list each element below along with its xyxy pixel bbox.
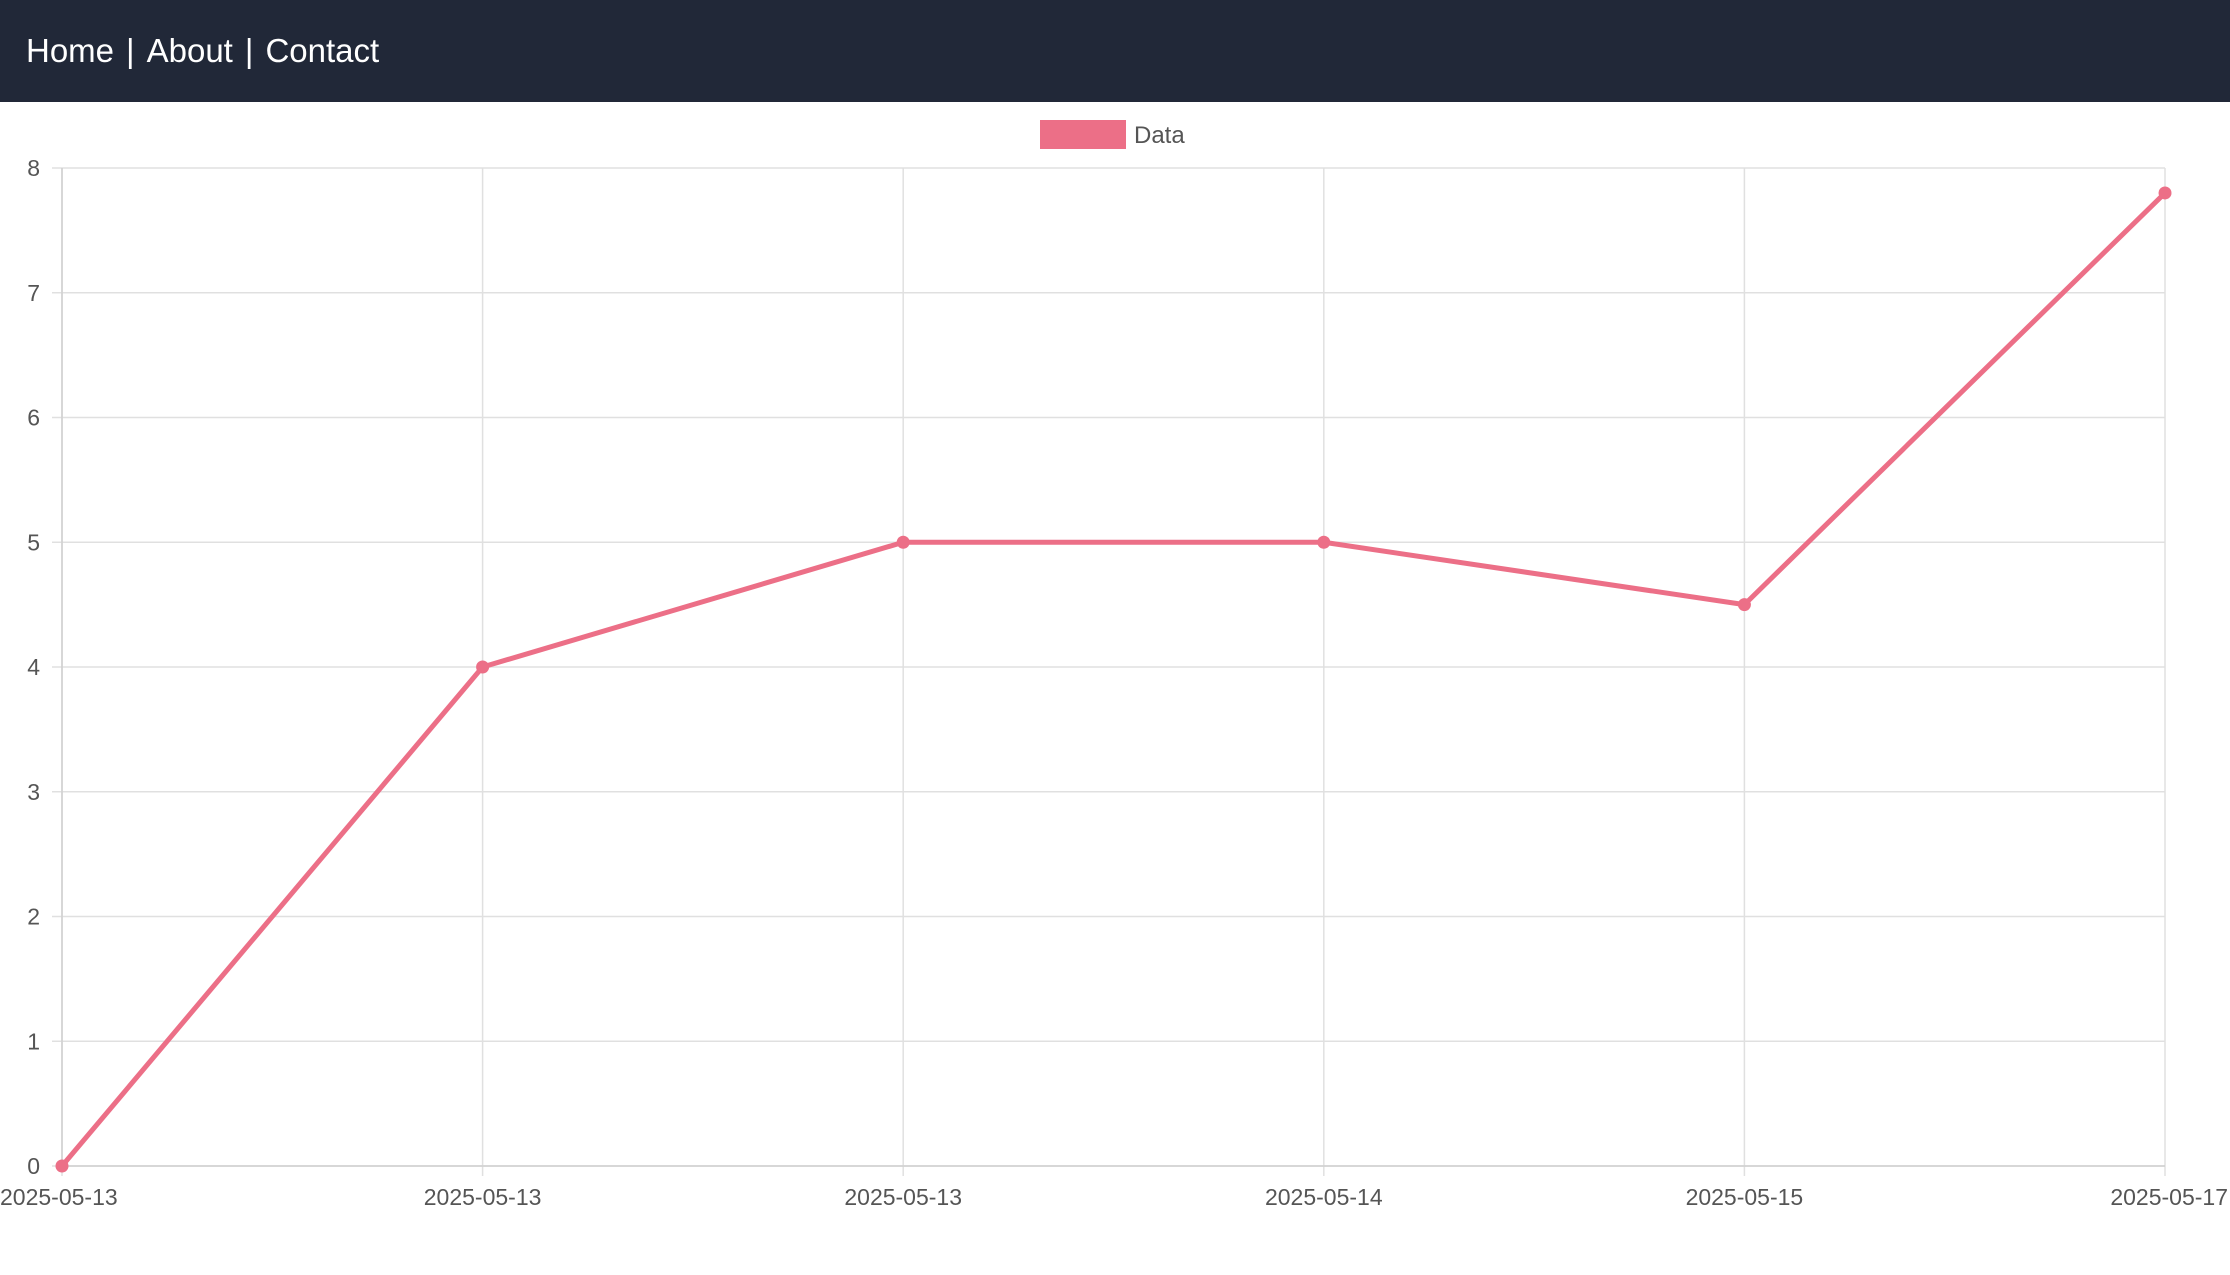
data-point (896, 535, 910, 549)
y-tick-label: 1 (27, 1028, 40, 1054)
chart-area: Data 0 1 2 3 4 5 6 7 8 2025-05-13 2025-05-13 2025-0… (0, 102, 2230, 1270)
top-navigation-bar: Home | About | Contact (0, 0, 2230, 102)
data-point (2158, 186, 2172, 200)
nav-link-contact[interactable]: Contact (265, 32, 379, 70)
y-tick-label: 0 (27, 1153, 40, 1179)
x-tick-label: 2025-05-13 (424, 1184, 542, 1210)
x-tick-label: 2025-05-13 (844, 1184, 962, 1210)
data-point (55, 1159, 69, 1173)
chart-axes: 0 1 2 3 4 5 6 7 8 2025-05-13 2025-05-13 2025-05-13 2… (0, 155, 2228, 1210)
nav-link-about[interactable]: About (147, 32, 233, 70)
x-tick-label: 2025-05-14 (1265, 1184, 1383, 1210)
nav-separator: | (244, 32, 254, 69)
data-point (476, 660, 490, 674)
nav-link-home[interactable]: Home (26, 32, 114, 70)
data-point (1737, 598, 1751, 612)
legend-label: Data (1134, 122, 1185, 149)
line-chart: Data 0 1 2 3 4 5 6 7 8 2025-05-13 2025-05-13 2025-0… (0, 120, 2228, 1210)
chart-grid (52, 167, 2166, 1176)
x-tick-label: 2025-05-15 (1686, 1184, 1804, 1210)
y-tick-label: 7 (27, 280, 40, 306)
y-tick-label: 6 (27, 405, 40, 431)
x-tick-label: 2025-05-17 (2110, 1184, 2228, 1210)
nav-separator: | (126, 32, 135, 69)
y-tick-label: 4 (27, 654, 40, 680)
data-point (1317, 535, 1331, 549)
y-tick-label: 3 (27, 779, 40, 805)
y-tick-label: 5 (27, 529, 40, 555)
chart-legend[interactable]: Data (1040, 120, 1185, 149)
legend-swatch (1040, 120, 1126, 149)
series-line (59, 190, 2168, 1169)
chart-series (55, 186, 2172, 1173)
y-tick-label: 8 (27, 155, 40, 181)
y-tick-label: 2 (27, 904, 40, 930)
x-tick-label: 2025-05-13 (0, 1184, 118, 1210)
